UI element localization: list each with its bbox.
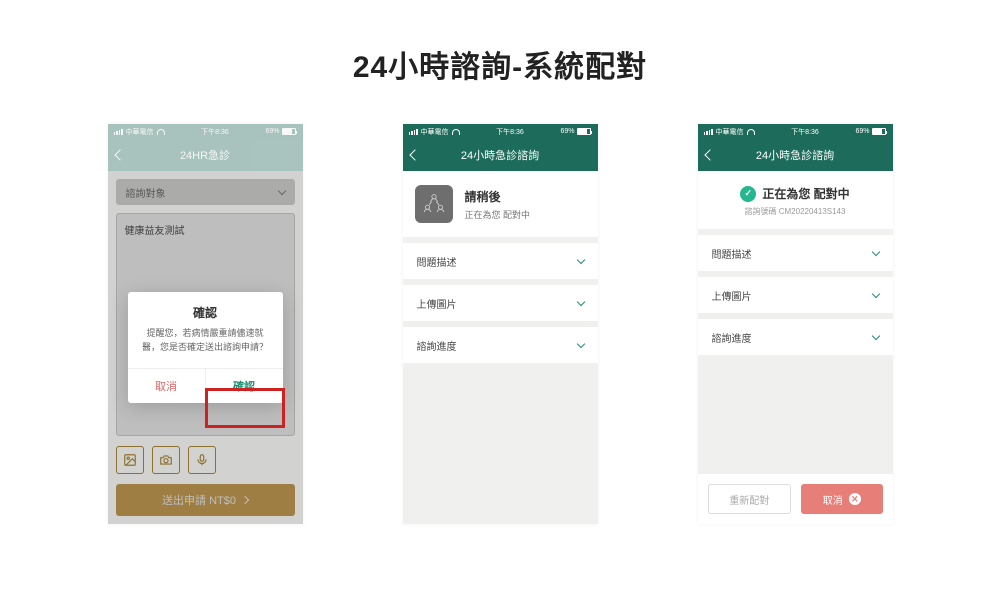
modal-buttons: 取消 確認 (128, 368, 283, 403)
close-icon: ✕ (849, 493, 861, 505)
status-bar: 中華電信 下午8:36 69% (108, 124, 303, 139)
accordion-progress[interactable]: 諮詢進度 (698, 319, 893, 355)
phone3-body: ✓ 正在為您 配對中 諮詢號碼 CM20220413S143 問題描述 上傳圖片… (698, 171, 893, 524)
nav-header: 24小時急診諮詢 (403, 139, 598, 171)
nav-header: 24小時急診諮詢 (698, 139, 893, 171)
chevron-down-icon (871, 289, 879, 297)
modal-message: 提醒您，若病情嚴重請儘速就醫，您是否確定送出諮詢申請？ (128, 327, 283, 368)
phone-row: 中華電信 下午8:36 69% 24HR急診 諮詢對象 健康益友測試 (0, 124, 1000, 524)
wifi-icon (747, 129, 755, 135)
accordion-label: 上傳圖片 (417, 296, 457, 311)
phone1-body: 諮詢對象 健康益友測試 送出申請 NT$0 (108, 171, 303, 524)
phone-1: 中華電信 下午8:36 69% 24HR急診 諮詢對象 健康益友測試 (108, 124, 303, 524)
phone2-body: 請稍後 正在為您 配對中 問題描述 上傳圖片 諮詢進度 (403, 171, 598, 524)
chevron-down-icon (871, 247, 879, 255)
battery-label: 69% (560, 128, 574, 135)
status-bar: 中華電信 下午8:36 69% (403, 124, 598, 139)
carrier-label: 中華電信 (716, 127, 744, 137)
page-title: 24小時諮詢-系統配對 (0, 42, 1000, 86)
nav-title: 24小時急診諮詢 (461, 147, 539, 163)
accordion-label: 問題描述 (712, 246, 752, 261)
battery-icon (872, 128, 886, 135)
battery-icon (577, 128, 591, 135)
accordion-label: 諮詢進度 (712, 330, 752, 345)
footer-actions: 重新配對 取消 ✕ (698, 473, 893, 524)
nav-title: 24HR急診 (180, 147, 230, 163)
back-icon[interactable] (114, 149, 125, 160)
accordion-label: 諮詢進度 (417, 338, 457, 353)
back-icon[interactable] (409, 149, 420, 160)
confirm-modal: 確認 提醒您，若病情嚴重請儘速就醫，您是否確定送出諮詢申請？ 取消 確認 (128, 292, 283, 403)
carrier-label: 中華電信 (126, 127, 154, 137)
signal-icon (409, 129, 418, 135)
signal-icon (704, 129, 713, 135)
matching-header: ✓ 正在為您 配對中 諮詢號碼 CM20220413S143 (698, 171, 893, 229)
carrier-label: 中華電信 (421, 127, 449, 137)
accordion-problem[interactable]: 問題描述 (403, 243, 598, 279)
accordion-label: 上傳圖片 (712, 288, 752, 303)
battery-label: 69% (855, 128, 869, 135)
clock-label: 下午8:36 (791, 127, 819, 137)
clock-label: 下午8:36 (201, 127, 229, 137)
signal-icon (114, 129, 123, 135)
accordion-progress[interactable]: 諮詢進度 (403, 327, 598, 363)
matching-title: 請稍後 (465, 188, 531, 205)
matching-title: 正在為您 配對中 (762, 185, 849, 202)
check-icon: ✓ (740, 186, 756, 202)
cancel-button[interactable]: 取消 ✕ (801, 484, 883, 514)
modal-confirm-button[interactable]: 確認 (206, 369, 283, 403)
matching-card: 請稍後 正在為您 配對中 (403, 171, 598, 237)
matching-icon (415, 185, 453, 223)
accordion-upload[interactable]: 上傳圖片 (698, 277, 893, 313)
accordion-problem[interactable]: 問題描述 (698, 235, 893, 271)
chevron-down-icon (576, 339, 584, 347)
battery-label: 69% (265, 128, 279, 135)
accordion-label: 問題描述 (417, 254, 457, 269)
modal-cancel-button[interactable]: 取消 (128, 369, 206, 403)
back-icon[interactable] (704, 149, 715, 160)
clock-label: 下午8:36 (496, 127, 524, 137)
status-bar: 中華電信 下午8:36 69% (698, 124, 893, 139)
phone-2: 中華電信 下午8:36 69% 24小時急診諮詢 請稍後 正在為您 配對中 (403, 124, 598, 524)
accordion-upload[interactable]: 上傳圖片 (403, 285, 598, 321)
wifi-icon (452, 129, 460, 135)
nav-header: 24HR急診 (108, 139, 303, 171)
battery-icon (282, 128, 296, 135)
modal-title: 確認 (128, 292, 283, 327)
modal-backdrop: 確認 提醒您，若病情嚴重請儘速就醫，您是否確定送出諮詢申請？ 取消 確認 (108, 171, 303, 524)
phone-3: 中華電信 下午8:36 69% 24小時急診諮詢 ✓ 正在為您 配對中 諮詢號碼… (698, 124, 893, 524)
cancel-label: 取消 (823, 492, 843, 507)
chevron-down-icon (576, 297, 584, 305)
chevron-down-icon (871, 331, 879, 339)
matching-sub: 正在為您 配對中 (465, 208, 531, 221)
nav-title: 24小時急診諮詢 (756, 147, 834, 163)
rematch-button[interactable]: 重新配對 (708, 484, 792, 514)
chevron-down-icon (576, 255, 584, 263)
consult-id: 諮詢號碼 CM20220413S143 (708, 206, 883, 217)
wifi-icon (157, 129, 165, 135)
